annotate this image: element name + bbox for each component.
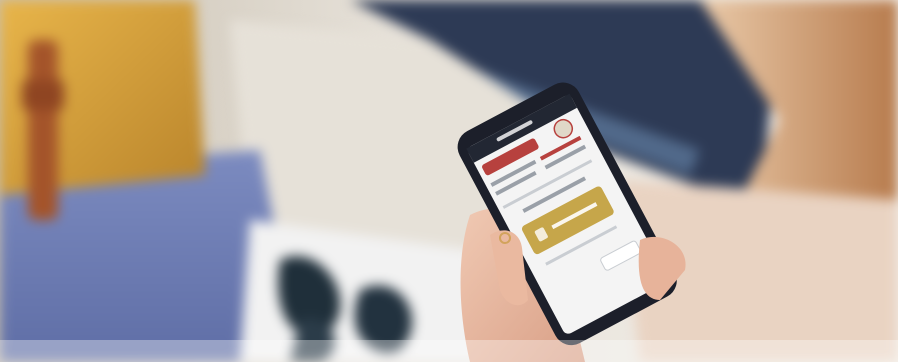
photo-scene [0, 0, 898, 362]
backpack-strap [28, 40, 58, 220]
strap-buckle [22, 80, 64, 110]
photo-illustration [0, 0, 898, 362]
bottom-fade [0, 340, 898, 362]
blurred-background [0, 0, 898, 362]
